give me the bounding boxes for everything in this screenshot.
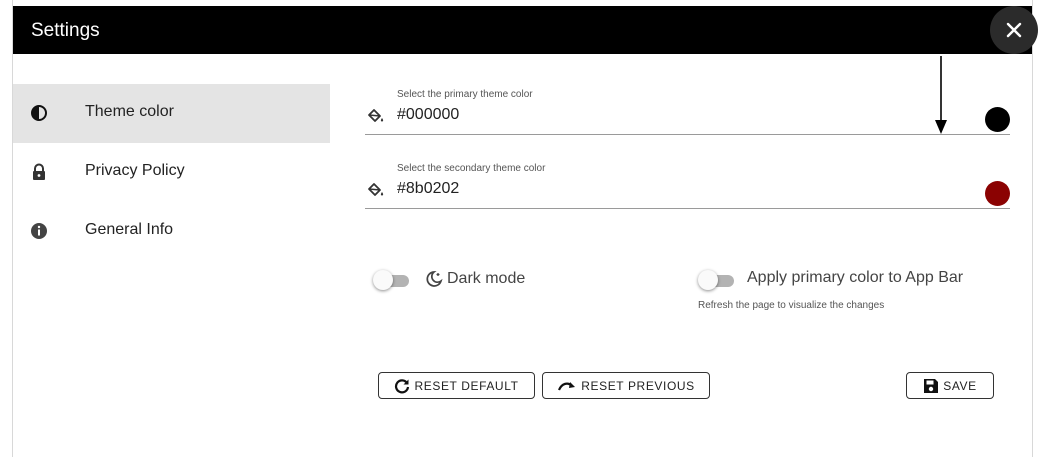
primary-color-input[interactable] xyxy=(397,105,957,125)
refresh-icon xyxy=(395,378,410,393)
lock-icon xyxy=(33,163,45,180)
frame-right-border xyxy=(1032,0,1033,457)
save-label: SAVE xyxy=(943,378,977,393)
primary-color-swatch[interactable] xyxy=(985,107,1010,132)
info-icon xyxy=(31,223,47,239)
sidebar-item-label: Privacy Policy xyxy=(85,162,185,179)
contrast-icon xyxy=(31,105,47,121)
secondary-color-input[interactable] xyxy=(397,179,957,199)
sidebar-item-general-info[interactable]: General Info xyxy=(13,202,330,261)
reset-previous-label: RESET PREVIOUS xyxy=(581,378,695,393)
pointer-arrow xyxy=(935,56,947,134)
toggle-thumb xyxy=(373,270,393,290)
settings-sidebar: Theme color Privacy Policy General Info xyxy=(13,84,330,261)
close-button[interactable] xyxy=(990,6,1038,54)
settings-dialog: Settings Theme color Privacy Policy Gene… xyxy=(13,6,1038,457)
secondary-color-helper: Select the secondary theme color xyxy=(397,163,546,174)
reset-default-button[interactable]: RESET DEFAULT xyxy=(378,372,535,399)
sidebar-item-privacy-policy[interactable]: Privacy Policy xyxy=(13,143,330,202)
redo-icon xyxy=(558,381,576,390)
dialog-titlebar: Settings xyxy=(13,6,1032,54)
paint-bucket-icon xyxy=(368,109,384,122)
sidebar-item-theme-color[interactable]: Theme color xyxy=(13,84,330,143)
secondary-color-swatch[interactable] xyxy=(985,181,1010,206)
dark-mode-label: Dark mode xyxy=(447,270,526,287)
secondary-color-field: Select the secondary theme color xyxy=(365,158,1010,209)
app-bar-color-label: Apply primary color to App Bar xyxy=(747,269,964,286)
app-bar-refresh-hint: Refresh the page to visualize the change… xyxy=(698,300,885,311)
reset-default-label: RESET DEFAULT xyxy=(414,378,519,393)
save-icon xyxy=(924,378,939,393)
reset-previous-button[interactable]: RESET PREVIOUS xyxy=(542,372,710,399)
primary-color-helper: Select the primary theme color xyxy=(397,89,533,100)
toggle-thumb xyxy=(698,270,718,290)
primary-color-field: Select the primary theme color xyxy=(365,84,1010,135)
app-bar-color-toggle[interactable] xyxy=(698,268,738,292)
dark-mode-toggle[interactable] xyxy=(373,268,413,292)
save-button[interactable]: SAVE xyxy=(906,372,994,399)
dialog-title: Settings xyxy=(31,20,100,41)
sidebar-item-label: General Info xyxy=(85,221,174,238)
close-icon xyxy=(1006,22,1022,38)
paint-bucket-icon xyxy=(368,183,384,196)
night-mode-icon xyxy=(426,271,443,287)
sidebar-item-label: Theme color xyxy=(85,103,174,120)
